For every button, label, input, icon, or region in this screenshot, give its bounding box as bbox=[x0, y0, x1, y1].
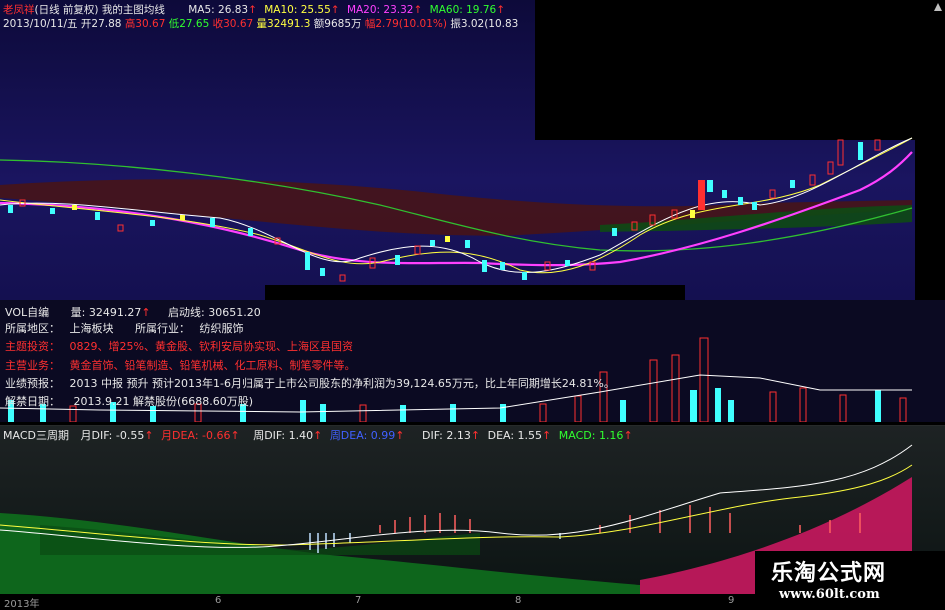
forecast-value: 2013 中报 预升 预计2013年1-6月归属于上市公司股东的净利润为39,1… bbox=[69, 377, 615, 390]
scroll-up-icon[interactable] bbox=[933, 2, 943, 12]
region-label: 所属地区： bbox=[5, 322, 60, 335]
ma10-value: MA10: 25.55 bbox=[264, 4, 331, 16]
region-value: 上海板块 bbox=[69, 322, 114, 335]
axis-label-aug: 8 bbox=[515, 595, 522, 606]
ma60-value: MA60: 19.76 bbox=[429, 4, 497, 16]
volume-pane[interactable]: VOL自编 量: 32491.27↑ 启动线: 30651.20 所属地区： 上… bbox=[0, 300, 945, 422]
industry-label: 所属行业： bbox=[135, 322, 190, 335]
info-forecast-row: 业绩预报： 2013 中报 预升 预计2013年1-6月归属于上市公司股东的净利… bbox=[5, 375, 615, 391]
week-dif-value: 周DIF: 1.40 bbox=[253, 429, 314, 442]
month-dif-value: 月DIF: -0.55 bbox=[80, 429, 145, 442]
kline-svg bbox=[0, 137, 913, 282]
logo-title: 乐淘公式网 bbox=[771, 561, 887, 586]
info-business-row: 主营业务： 黄金首饰、铅笔制造、铅笔机械、化工原料、制笔零件等。 bbox=[5, 357, 356, 373]
quote-high: 高30.67 bbox=[124, 18, 166, 30]
quote-open: 开27.88 bbox=[80, 18, 122, 30]
business-value: 黄金首饰、铅笔制造、铅笔机械、化工原料、制笔零件等。 bbox=[69, 359, 356, 372]
unlock-label: 解禁日期： bbox=[5, 395, 60, 408]
ma20-value: MA20: 23.32 bbox=[346, 4, 414, 16]
indicator-name[interactable]: 我的主图均线 bbox=[102, 4, 165, 16]
business-label: 主营业务： bbox=[5, 359, 60, 372]
macd-value: MACD: 1.16 bbox=[558, 429, 624, 442]
volume-label: VOL自编 bbox=[5, 306, 50, 319]
ma5-value: MA5: 26.83 bbox=[188, 4, 249, 16]
indicator-header: 老凤祥(日线 前复权) 我的主图均线 MA5: 26.83↑ MA10: 25.… bbox=[3, 4, 505, 16]
stock-name[interactable]: 老凤祥 bbox=[3, 4, 35, 16]
unlock-value: 2013.9.21 解禁股份(6688.60万股) bbox=[73, 395, 254, 408]
axis-label-sep: 9 bbox=[728, 595, 735, 606]
month-dea-value: 月DEA: -0.66 bbox=[161, 429, 231, 442]
site-logo: 乐淘公式网 www.60lt.com bbox=[755, 551, 945, 609]
axis-label-jun: 6 bbox=[215, 595, 222, 606]
week-dea-value: 周DEA: 0.99 bbox=[329, 429, 396, 442]
info-unlock-row: 解禁日期： 2013.9.21 解禁股份(6688.60万股) bbox=[5, 393, 253, 409]
chart-mode: (日线 前复权) bbox=[34, 4, 99, 16]
forecast-label: 业绩预报： bbox=[5, 377, 60, 390]
main-chart-pane[interactable]: 老凤祥(日线 前复权) 我的主图均线 MA5: 26.83↑ MA10: 25.… bbox=[0, 0, 945, 305]
theme-value: 0829、增25%、黄金股、钦利安局协实现、上海区县国资 bbox=[69, 340, 353, 353]
dea-value: DEA: 1.55 bbox=[487, 429, 543, 442]
logo-url: www.60lt.com bbox=[779, 587, 880, 602]
quote-close: 收30.67 bbox=[212, 18, 254, 30]
macd-header: MACD三周期 月DIF: -0.55↑ 月DEA: -0.66↑ 周DIF: … bbox=[3, 429, 633, 442]
quote-amount: 额9685万 bbox=[313, 18, 362, 30]
axis-label-year: 2013年 bbox=[4, 599, 40, 610]
industry-value: 纺织服饰 bbox=[199, 322, 244, 335]
theme-label: 主题投资： bbox=[5, 340, 60, 353]
axis-label-jul: 7 bbox=[355, 595, 362, 606]
volume-header: VOL自编 量: 32491.27↑ 启动线: 30651.20 bbox=[5, 306, 261, 319]
quote-date: 2013/10/11/五 bbox=[3, 18, 78, 30]
quote-change: 幅2.79(10.01%) bbox=[364, 18, 447, 30]
macd-label: MACD三周期 bbox=[3, 429, 69, 442]
info-theme-row: 主题投资： 0829、增25%、黄金股、钦利安局协实现、上海区县国资 bbox=[5, 338, 353, 354]
startline-value: 启动线: 30651.20 bbox=[168, 306, 261, 319]
volume-value: 量: 32491.27 bbox=[70, 306, 142, 319]
quote-volume: 量32491.3 bbox=[256, 18, 311, 30]
dif-value: DIF: 2.13 bbox=[421, 429, 471, 442]
info-region-row: 所属地区： 上海板块 所属行业： 纺织服饰 bbox=[5, 320, 244, 336]
quote-amplitude: 振3.02(10.83 bbox=[450, 18, 519, 30]
quote-header: 2013/10/11/五 开27.88 高30.67 低27.65 收30.67… bbox=[3, 16, 518, 31]
quote-low: 低27.65 bbox=[168, 18, 210, 30]
